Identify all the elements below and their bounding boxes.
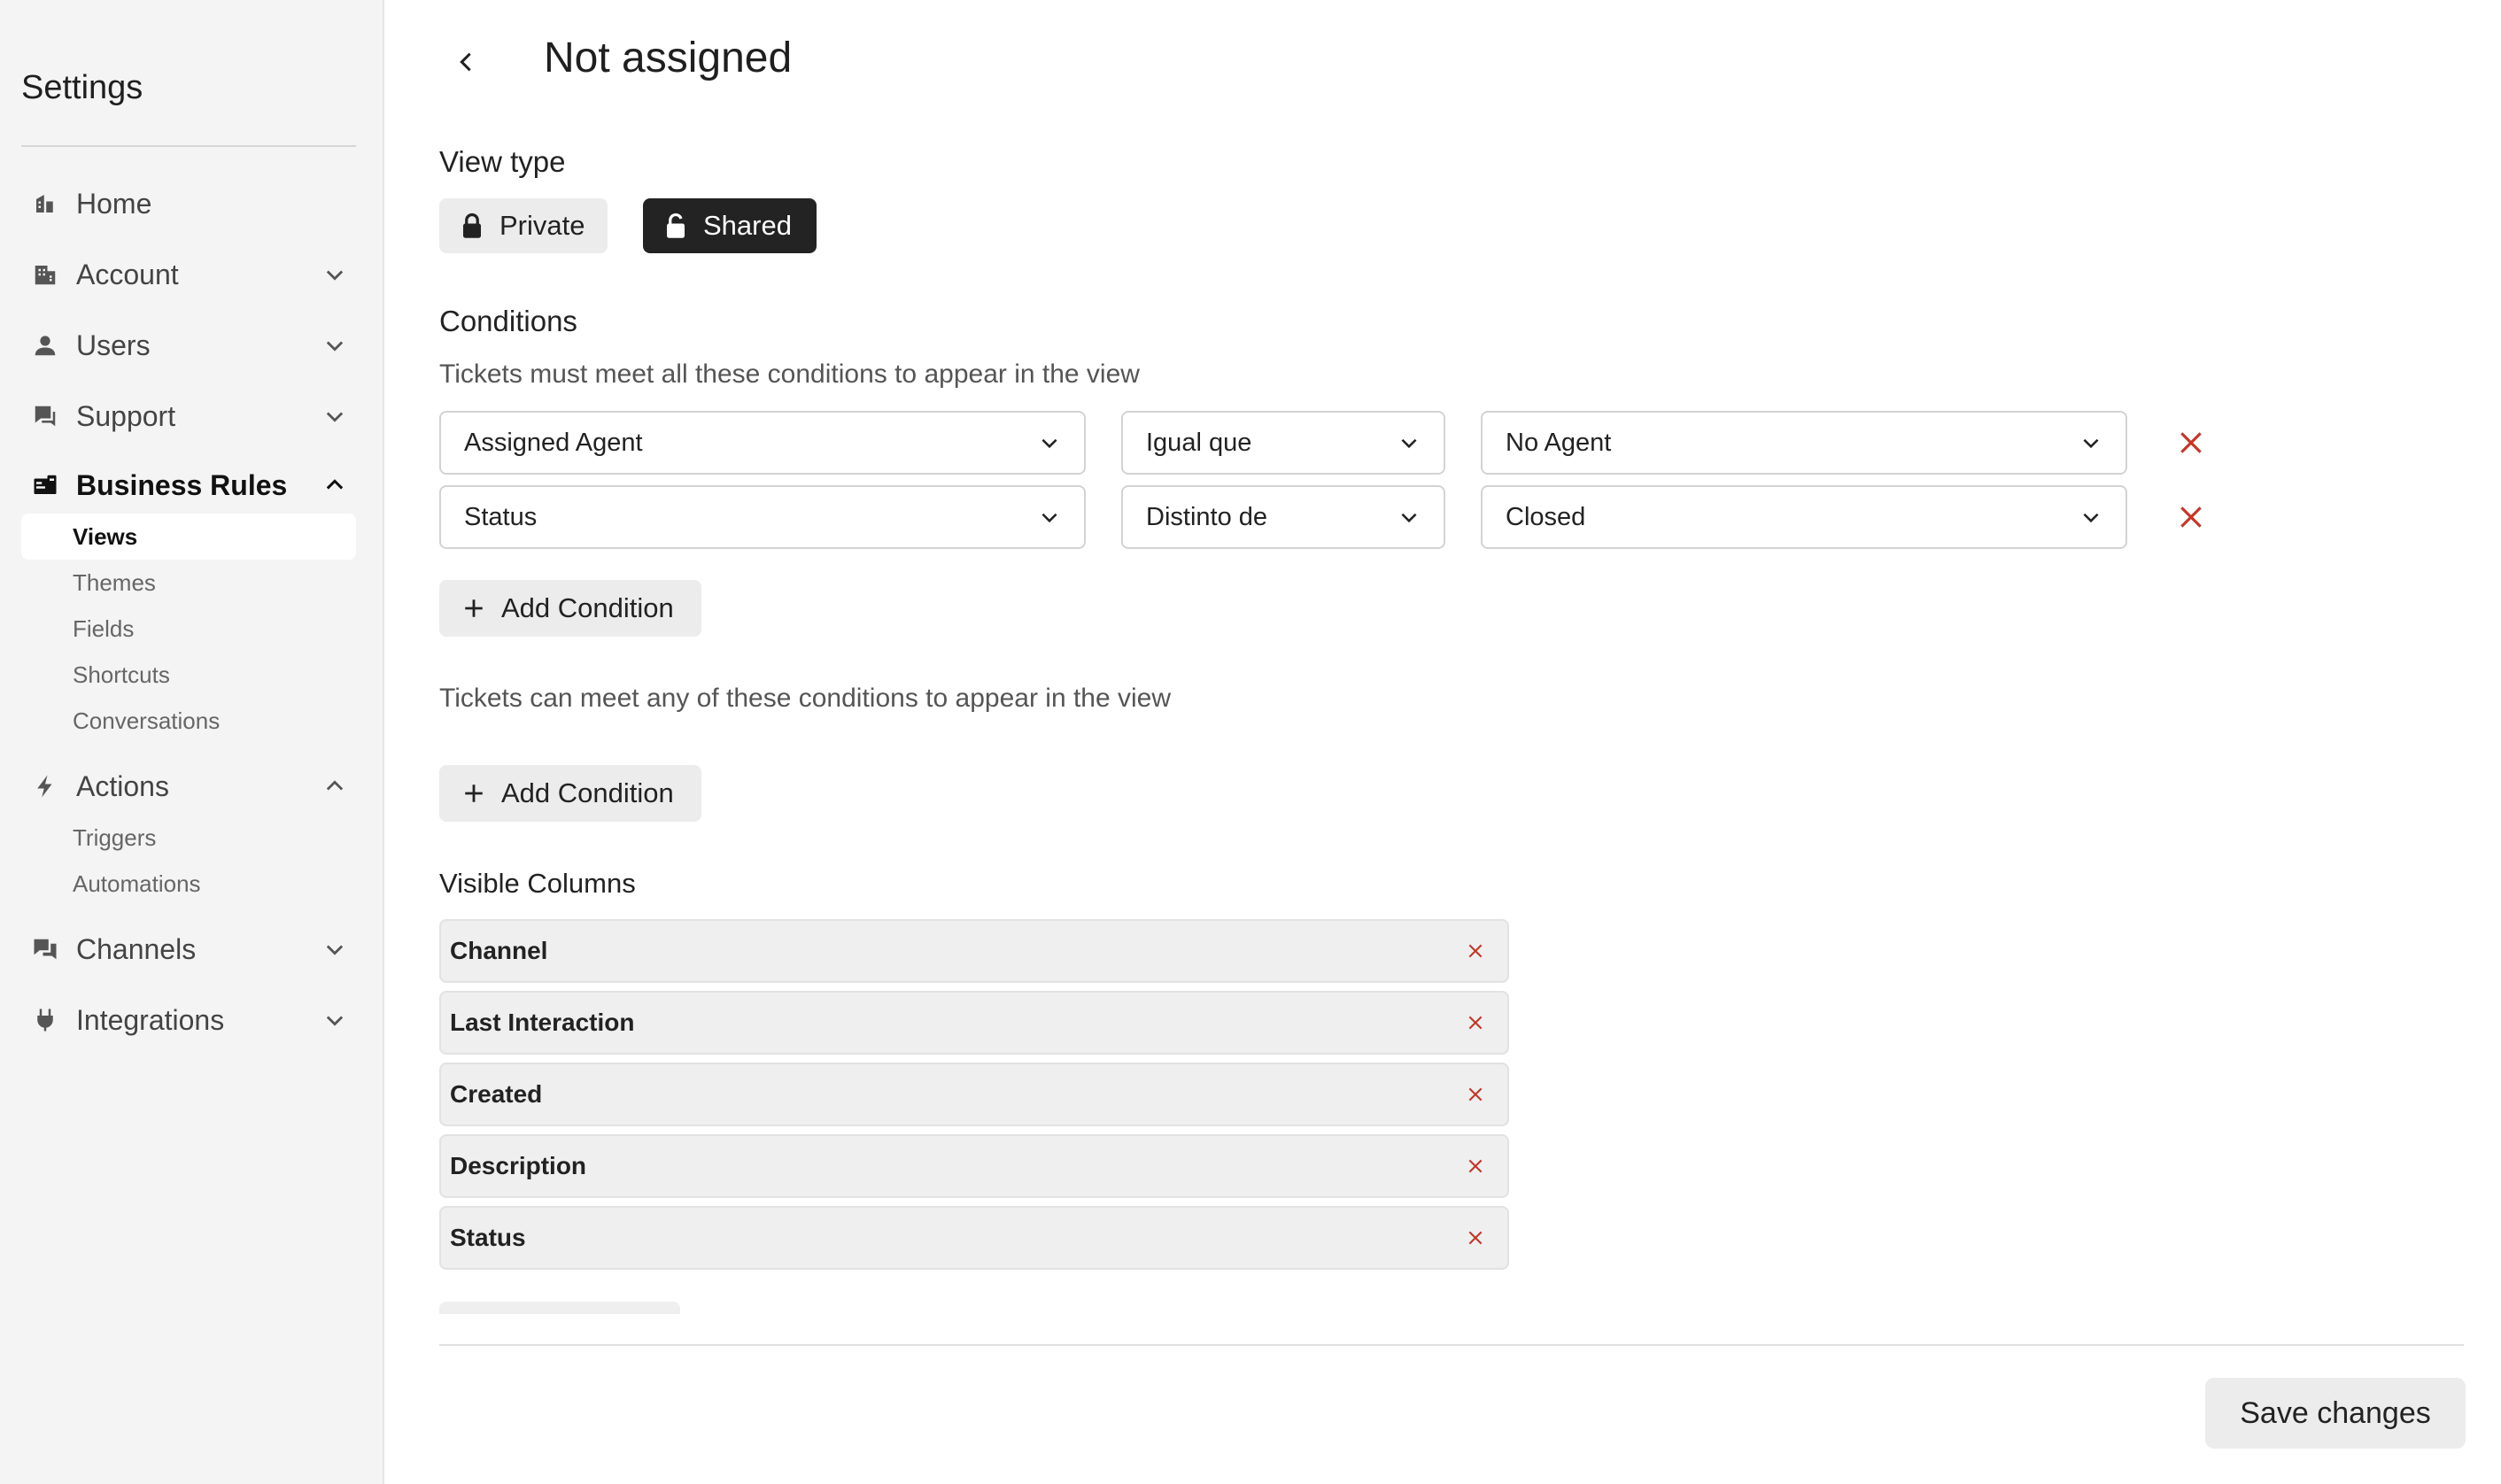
save-changes-button[interactable]: Save changes [2205, 1378, 2466, 1449]
sidebar-subitem-themes[interactable]: Themes [21, 560, 356, 606]
column-chip[interactable]: Created [439, 1063, 1509, 1126]
sidebar-title: Settings [21, 69, 143, 106]
sidebar-subitem-fields[interactable]: Fields [21, 606, 356, 652]
plus-icon [465, 599, 483, 617]
chevron-down-icon [326, 341, 344, 352]
page-title: Not assigned [544, 35, 793, 81]
view-type-shared-button[interactable]: Shared [643, 198, 817, 253]
column-chip[interactable]: Last Interaction [439, 991, 1509, 1055]
chat-icon [30, 401, 60, 431]
chevron-down-icon [1041, 438, 1057, 449]
condition-value-select[interactable]: Closed [1481, 485, 2127, 549]
view-type-private-button[interactable]: Private [439, 198, 608, 253]
add-condition-label: Add Condition [501, 777, 674, 808]
add-condition-any-button[interactable]: Add Condition [439, 765, 701, 822]
conditions-all-helper: Tickets must meet all these conditions t… [439, 359, 1140, 389]
sidebar-item-label: Channels [76, 932, 197, 965]
chat-bubbles-icon [30, 934, 60, 964]
remove-condition-icon[interactable] [2177, 429, 2205, 457]
add-condition-label: Add Condition [501, 592, 674, 623]
sidebar-divider [21, 145, 356, 147]
column-chip[interactable]: Status [439, 1206, 1509, 1270]
sidebar-subitem-automations[interactable]: Automations [21, 861, 356, 907]
sidebar-item-account[interactable]: Account [21, 246, 356, 303]
condition-value-select[interactable]: No Agent [1481, 411, 2127, 475]
select-value: Assigned Agent [464, 428, 643, 457]
conditions-any-helper: Tickets can meet any of these conditions… [439, 684, 1172, 713]
sidebar-item-support[interactable]: Support [21, 388, 356, 444]
unlock-icon [667, 213, 685, 238]
sidebar-item-label: Support [76, 399, 176, 432]
remove-column-icon[interactable] [1467, 1157, 1484, 1175]
lock-icon [463, 213, 481, 238]
chevron-down-icon [1401, 438, 1417, 449]
user-icon [30, 330, 60, 360]
add-condition-all-button[interactable]: Add Condition [439, 580, 701, 637]
condition-operator-select[interactable]: Distinto de [1121, 485, 1445, 549]
sidebar-item-label: Users [76, 328, 151, 361]
sidebar-item-business-rules[interactable]: Business Rules [21, 457, 356, 514]
chevron-left-icon [460, 52, 471, 72]
lightning-icon [30, 771, 60, 801]
visible-columns-label: Visible Columns [439, 868, 636, 899]
sidebar-item-channels[interactable]: Channels [21, 921, 356, 978]
condition-operator-select[interactable]: Igual que [1121, 411, 1445, 475]
select-value: Igual que [1146, 428, 1252, 457]
chevron-down-icon [326, 1016, 344, 1026]
rules-icon [30, 470, 60, 500]
view-type-shared-label: Shared [703, 210, 792, 241]
column-chip-label: Created [450, 1080, 543, 1108]
sidebar-item-label: Business Rules [76, 468, 288, 501]
select-value: Closed [1506, 502, 1586, 531]
view-type-label: View type [439, 145, 566, 178]
add-column-button-partial[interactable] [439, 1302, 680, 1314]
remove-column-icon[interactable] [1467, 1229, 1484, 1247]
remove-condition-icon[interactable] [2177, 503, 2205, 531]
sidebar-item-actions[interactable]: Actions [21, 758, 356, 815]
select-value: Status [464, 502, 538, 531]
column-chip-label: Description [450, 1152, 587, 1179]
back-button[interactable] [450, 43, 482, 81]
sidebar-subitem-triggers[interactable]: Triggers [21, 815, 356, 861]
remove-column-icon[interactable] [1467, 1086, 1484, 1103]
select-value: No Agent [1506, 428, 1612, 457]
home-icon [30, 189, 60, 219]
remove-column-icon[interactable] [1467, 1014, 1484, 1032]
footer-divider [439, 1344, 2464, 1346]
sidebar-item-label: Home [76, 187, 152, 220]
sidebar-subitem-views[interactable]: Views [21, 514, 356, 560]
plus-icon [465, 785, 483, 802]
select-value: Distinto de [1146, 502, 1268, 531]
building-icon [30, 259, 60, 290]
sidebar-subitem-conversations[interactable]: Conversations [21, 698, 356, 744]
chevron-down-icon [1041, 513, 1057, 523]
conditions-label: Conditions [439, 305, 577, 337]
remove-column-icon[interactable] [1467, 942, 1484, 960]
chevron-up-icon [326, 780, 344, 791]
sidebar-item-label: Integrations [76, 1003, 225, 1036]
chevron-down-icon [326, 412, 344, 422]
plug-icon [30, 1005, 60, 1035]
sidebar-item-users[interactable]: Users [21, 317, 356, 374]
column-chip-label: Status [450, 1224, 526, 1251]
chevron-up-icon [326, 479, 344, 490]
column-chip-label: Last Interaction [450, 1009, 635, 1036]
sidebar-item-integrations[interactable]: Integrations [21, 992, 356, 1048]
column-chip[interactable]: Description [439, 1134, 1509, 1198]
chevron-down-icon [2083, 513, 2099, 523]
condition-field-select[interactable]: Assigned Agent [439, 411, 1086, 475]
column-chip[interactable]: Channel [439, 919, 1509, 983]
settings-sidebar: Settings Home Account Users Support Busi… [0, 0, 384, 1484]
sidebar-subitem-shortcuts[interactable]: Shortcuts [21, 652, 356, 698]
condition-field-select[interactable]: Status [439, 485, 1086, 549]
column-chip-label: Channel [450, 937, 548, 964]
chevron-down-icon [2083, 438, 2099, 449]
chevron-down-icon [326, 270, 344, 281]
sidebar-item-label: Account [76, 258, 179, 290]
chevron-down-icon [1401, 513, 1417, 523]
view-type-private-label: Private [499, 210, 585, 241]
sidebar-item-home[interactable]: Home [21, 175, 356, 232]
sidebar-item-label: Actions [76, 769, 169, 802]
chevron-down-icon [326, 945, 344, 955]
